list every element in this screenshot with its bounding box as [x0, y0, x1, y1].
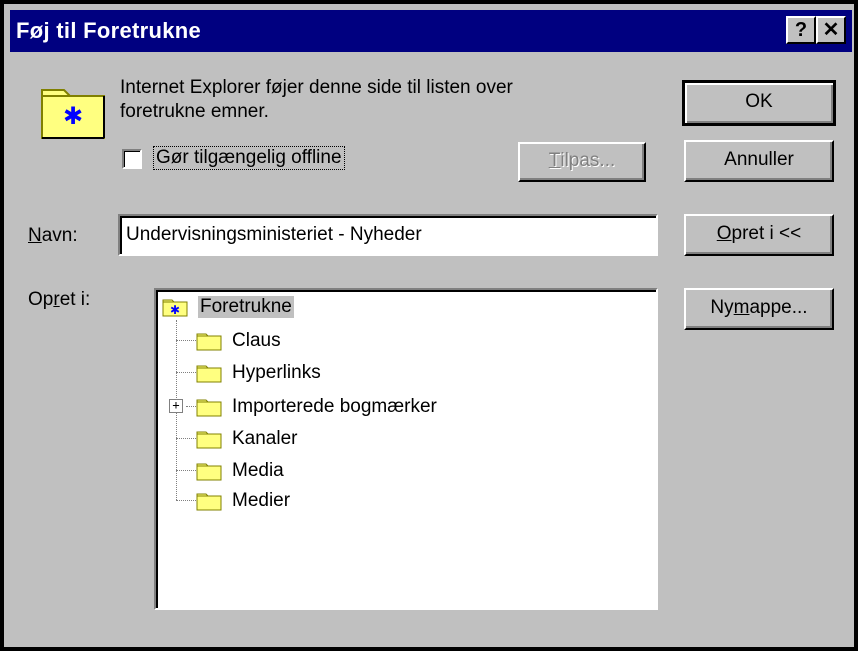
create-in-label-rest: pret i <<: [731, 223, 802, 244]
offline-label-rest: r tilgængelig offline: [182, 147, 342, 168]
tree-connector: [176, 500, 196, 501]
tree-item-label: Media: [232, 460, 284, 481]
tree-item-label: Hyperlinks: [232, 362, 321, 383]
tree-connector: [176, 470, 196, 471]
close-button[interactable]: ✕: [816, 16, 846, 44]
name-input[interactable]: Undervisningsministeriet - Nyheder: [118, 214, 658, 256]
new-folder-label-u: m: [733, 297, 750, 318]
offline-label-mid: ø: [170, 147, 183, 168]
favorites-folder-icon: ✱: [41, 89, 105, 139]
tree-item[interactable]: Media: [196, 458, 496, 486]
window-title: Føj til Foretrukne: [16, 18, 202, 43]
new-folder-button[interactable]: Ny mappe...: [684, 288, 834, 330]
create-in-label-rest2: et i:: [59, 289, 91, 310]
offline-label-pre: G: [156, 147, 171, 168]
expand-plus-icon[interactable]: +: [169, 399, 183, 413]
ok-button[interactable]: OK: [682, 80, 836, 126]
svg-text:✱: ✱: [170, 303, 180, 317]
create-in-label-pre: Op: [28, 289, 54, 310]
name-label: Navn:: [28, 225, 78, 247]
title-bar[interactable]: Føj til Foretrukne ? ✕: [10, 10, 852, 52]
folder-icon: [196, 431, 222, 449]
tree-item[interactable]: Kanaler: [196, 426, 496, 454]
tree-item-label: Importerede bogmærker: [232, 396, 437, 417]
folder-icon: [196, 399, 222, 417]
dialog-window: Føj til Foretrukne ? ✕ ✱ Internet Explor…: [0, 0, 858, 651]
tree-item-label: Claus: [232, 330, 281, 351]
folder-icon: [196, 365, 222, 383]
info-text-line1: Internet Explorer føjer denne side til l…: [120, 77, 513, 98]
customize-button[interactable]: Tilpas...: [518, 142, 646, 182]
folder-icon: [196, 463, 222, 481]
info-text-line2: foretrukne emner.: [120, 101, 269, 122]
new-folder-label-pre: Ny: [710, 297, 734, 318]
folder-icon: [196, 333, 222, 351]
create-in-label-u: O: [716, 223, 732, 244]
tree-item[interactable]: Hyperlinks: [196, 360, 496, 388]
create-in-label: Opret i:: [28, 289, 90, 311]
offline-checkbox[interactable]: [122, 149, 142, 169]
tree-connector: [176, 372, 196, 373]
cancel-button[interactable]: Annuller: [684, 140, 834, 182]
favorites-folder-icon-small: ✱: [162, 299, 188, 317]
folder-icon: [196, 493, 222, 511]
name-label-rest: avn:: [41, 225, 78, 246]
help-button[interactable]: ?: [786, 16, 816, 44]
tree-item[interactable]: Importerede bogmærker: [196, 394, 536, 422]
name-label-u: N: [28, 225, 42, 246]
folder-tree[interactable]: ✱ Foretrukne + Claus Hyperlinks Importer…: [154, 288, 658, 610]
ok-label: OK: [745, 91, 773, 112]
help-icon: ?: [794, 19, 808, 41]
new-folder-label-rest: appe...: [749, 297, 808, 318]
cancel-label: Annuller: [724, 149, 794, 170]
svg-text:✱: ✱: [63, 102, 83, 130]
name-input-value: Undervisningsministeriet - Nyheder: [126, 224, 422, 245]
tree-item-label: Kanaler: [232, 428, 298, 449]
tree-item[interactable]: Medier: [196, 488, 496, 516]
offline-label[interactable]: Gør tilgængelig offline: [153, 146, 345, 170]
customize-label-u: T: [548, 150, 561, 171]
customize-label-rest: ilpas...: [560, 150, 616, 171]
close-icon: ✕: [822, 19, 840, 41]
tree-item-label: Medier: [232, 490, 291, 511]
tree-item-root-label: Foretrukne: [198, 296, 294, 318]
tree-item[interactable]: Claus: [196, 328, 496, 356]
tree-connector: [176, 340, 196, 341]
tree-connector: [176, 438, 196, 439]
tree-connector: [186, 406, 196, 407]
create-in-button[interactable]: Opret i <<: [684, 214, 834, 256]
